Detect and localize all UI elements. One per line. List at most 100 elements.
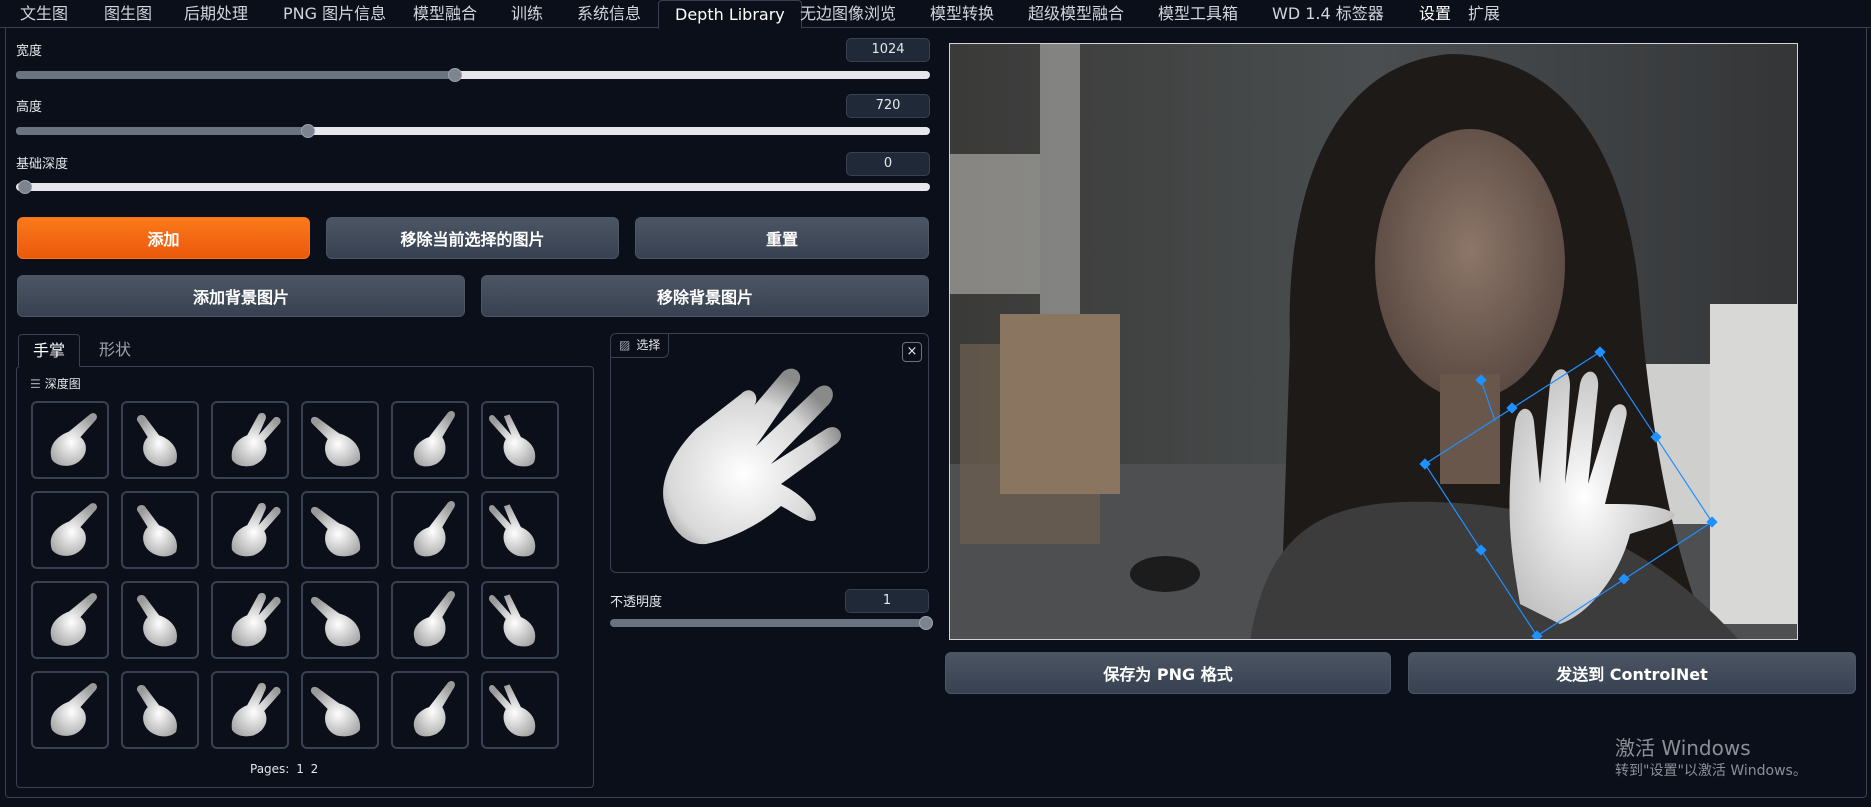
hand-thumbnail[interactable] [211,401,289,479]
hand-depth-icon [231,682,281,737]
hand-thumbnail[interactable] [481,491,559,569]
page-link-1[interactable]: 1 [296,762,304,776]
canvas-image [950,44,1797,639]
hand-thumbnail[interactable] [121,401,199,479]
tab-depth-library[interactable]: Depth Library [658,0,802,29]
tab-extras[interactable]: 后期处理 [178,0,254,28]
hand-thumbnail[interactable] [211,491,289,569]
hand-thumbnail[interactable] [301,671,379,749]
tab-wd14-tagger[interactable]: WD 1.4 标签器 [1266,0,1390,28]
tab-super-merger[interactable]: 超级模型融合 [1022,0,1130,28]
add-button[interactable]: 添加 [17,217,310,259]
hand-depth-icon [136,595,177,647]
hand-depth-icon [136,415,177,467]
hand-thumbnail[interactable] [31,401,109,479]
hand-thumbnail[interactable] [31,671,109,749]
add-background-button[interactable]: 添加背景图片 [17,275,465,317]
tab-extensions[interactable]: 扩展 [1462,0,1506,28]
tab-system-info[interactable]: 系统信息 [571,0,647,28]
hand-thumbnail[interactable] [211,671,289,749]
width-slider-thumb[interactable] [447,68,462,82]
tab-checkpoint-merger[interactable]: 模型融合 [407,0,483,28]
hand-depth-icon [231,592,281,647]
close-button[interactable]: × [902,342,922,362]
selection-tag: ▨ 选择 [611,334,670,358]
pagination: Pages: 1 2 [250,762,318,776]
image-icon: ▨ [619,338,631,352]
hand-thumbnail[interactable] [391,581,469,659]
tab-train[interactable]: 训练 [505,0,549,28]
hand-depth-icon [50,503,97,556]
hand-thumbnail[interactable] [121,581,199,659]
hand-thumbnail[interactable] [391,671,469,749]
base-depth-label: 基础深度 [16,157,69,172]
hand-thumbnail[interactable] [301,401,379,479]
library-tab-shapes[interactable]: 形状 [85,334,145,367]
hand-thumbnail[interactable] [31,581,109,659]
hand-thumbnail[interactable] [481,671,559,749]
hand-depth-icon [136,505,177,557]
reset-button[interactable]: 重置 [635,217,929,259]
width-slider-fill [16,71,455,79]
hand-thumbnail[interactable] [211,581,289,659]
gallery-label-text: 深度图 [44,377,81,391]
tab-image-browser[interactable]: 无边图像浏览 [794,0,902,28]
library-tab-hands[interactable]: 手掌 [18,334,81,367]
opacity-input[interactable]: 1 [845,589,929,613]
hand-thumbnail[interactable] [301,491,379,569]
pages-label: Pages: [250,762,290,776]
depth-canvas[interactable] [949,43,1798,640]
base-depth-slider[interactable] [16,180,930,194]
hand-thumbnail[interactable] [121,491,199,569]
hand-depth-icon [413,680,455,737]
gallery-label: ☰ 深度图 [30,375,81,392]
width-label: 宽度 [16,44,43,59]
hand-thumbnail[interactable] [391,401,469,479]
width-input[interactable]: 1024 [846,38,930,62]
hand-depth-icon [413,500,455,557]
tab-png-info[interactable]: PNG 图片信息 [277,0,392,28]
selection-label: 选择 [636,338,661,352]
opacity-slider-thumb[interactable] [918,616,933,630]
hand-thumbnail[interactable] [391,491,469,569]
hand-thumbnail[interactable] [301,581,379,659]
hand-thumbnail[interactable] [481,581,559,659]
hand-depth-icon [310,416,361,467]
tab-model-converter[interactable]: 模型转换 [924,0,1000,28]
tab-model-toolkit[interactable]: 模型工具箱 [1152,0,1244,28]
hand-thumbnail[interactable] [121,671,199,749]
hand-depth-icon [50,413,97,466]
save-png-button[interactable]: 保存为 PNG 格式 [945,652,1391,694]
hand-depth-icon [413,410,455,467]
tab-settings[interactable]: 设置 [1413,0,1457,28]
base-depth-input[interactable]: 0 [846,152,930,176]
width-slider[interactable] [16,68,930,82]
page-link-2[interactable]: 2 [311,762,319,776]
remove-selected-button[interactable]: 移除当前选择的图片 [326,217,619,259]
selection-preview: ▨ 选择 × [610,333,929,573]
base-depth-slider-thumb[interactable] [18,180,33,194]
width-slider-group: 宽度 1024 [16,38,930,82]
height-slider-group: 高度 720 [16,94,930,138]
height-slider-thumb[interactable] [301,124,316,138]
hand-thumbnail[interactable] [481,401,559,479]
send-to-controlnet-button[interactable]: 发送到 ControlNet [1408,652,1856,694]
remove-background-button[interactable]: 移除背景图片 [481,275,929,317]
hand-depth-icon [489,414,536,467]
hand-depth-icon [310,506,361,557]
height-input[interactable]: 720 [846,94,930,118]
hand-depth-icon [50,593,97,646]
hand-depth-icon [136,685,177,737]
tab-txt2img[interactable]: 文生图 [14,0,74,28]
windows-activation-subtitle: 转到"设置"以激活 Windows。 [1615,763,1807,779]
height-slider[interactable] [16,124,930,138]
hand-depth-icon [231,502,281,557]
list-icon: ☰ [30,377,41,391]
hand-thumbnail[interactable] [31,491,109,569]
tab-img2img[interactable]: 图生图 [98,0,158,28]
base-depth-slider-group: 基础深度 0 [16,151,930,195]
hand-depth-icon [489,594,536,647]
hand-depth-icon [50,683,97,736]
opacity-slider[interactable] [610,616,933,630]
opacity-slider-group: 不透明度 1 [610,589,933,633]
